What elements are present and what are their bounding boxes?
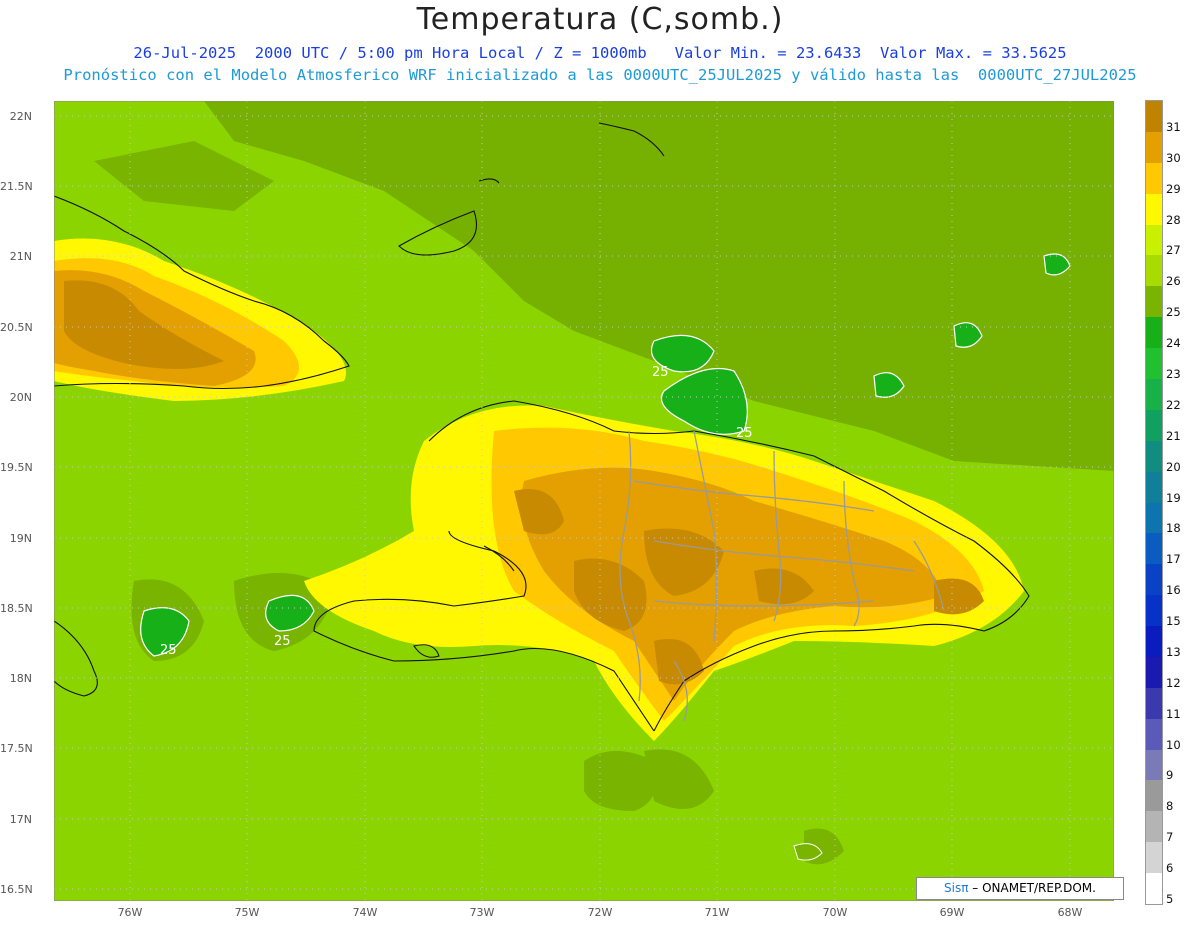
model-info-line: Pronóstico con el Modelo Atmosferico WRF…: [63, 66, 1137, 84]
lon-label: 71W: [704, 906, 730, 919]
lat-label: 22N: [9, 110, 32, 123]
lat-label: 18N: [9, 672, 32, 685]
lon-label: 70W: [822, 906, 848, 919]
colorbar-label: 7: [1166, 830, 1174, 845]
contour-label: 25: [736, 426, 753, 441]
lon-label: 73W: [469, 906, 495, 919]
colorbar-label: 28: [1166, 212, 1181, 227]
colorbar-label: 11: [1166, 706, 1181, 721]
lat-label: 18.5N: [0, 602, 33, 615]
sispi-logo: Sisπ: [944, 881, 969, 895]
colorbar-label: 30: [1166, 150, 1181, 165]
colorbar-label: 31: [1166, 119, 1181, 134]
lon-label: 76W: [117, 906, 143, 919]
lat-label: 17N: [9, 813, 32, 826]
colorbar-label: 17: [1166, 552, 1181, 567]
map-title: Temperatura (C,somb.): [416, 2, 784, 37]
lat-label: 21N: [9, 250, 32, 263]
colorbar-label: 16: [1166, 583, 1181, 598]
lat-label: 19N: [9, 532, 32, 545]
lon-label: 75W: [234, 906, 260, 919]
forecast-time-line: 26-Jul-2025 2000 UTC / 5:00 pm Hora Loca…: [133, 44, 1067, 62]
colorbar-label: 15: [1166, 614, 1181, 629]
lat-label: 20.5N: [0, 321, 33, 334]
colorbar-label: 12: [1166, 675, 1181, 690]
colorbar-label: 13: [1166, 644, 1181, 659]
colorbar-label: 6: [1166, 861, 1174, 876]
lon-label: 72W: [587, 906, 613, 919]
colorbar-label: 20: [1166, 459, 1181, 474]
lon-label: 69W: [939, 906, 965, 919]
colorbar-label: 18: [1166, 521, 1181, 536]
colorbar-label: 23: [1166, 366, 1181, 381]
sea-blob-south: [584, 751, 657, 811]
colorbar-label: 22: [1166, 397, 1181, 412]
colorbar-label: 25: [1166, 305, 1181, 320]
colorbar-frame: [1145, 100, 1163, 905]
colorbar-label: 21: [1166, 428, 1181, 443]
lat-label: 20N: [9, 391, 32, 404]
temperature-map: 25 25 25 25: [54, 101, 1114, 901]
lon-label: 74W: [352, 906, 378, 919]
colorbar-label: 19: [1166, 490, 1181, 505]
lat-label: 16.5N: [0, 883, 33, 896]
lat-label: 19.5N: [0, 461, 33, 474]
colorbar-label: 29: [1166, 181, 1181, 196]
colorbar-label: 8: [1166, 799, 1174, 814]
colorbar-label: 10: [1166, 737, 1181, 752]
contour-label: 25: [160, 643, 177, 658]
credit-box: Sisπ – ONAMET/REP.DOM.: [916, 877, 1124, 900]
contour-label: 25: [274, 634, 291, 649]
contour-label: 25: [652, 365, 669, 380]
colorbar-label: 5: [1166, 892, 1174, 906]
colorbar-label: 24: [1166, 336, 1181, 351]
lon-label: 68W: [1057, 906, 1083, 919]
lat-label: 21.5N: [0, 180, 33, 193]
colorbar-label: 26: [1166, 274, 1181, 289]
colorbar-label: 9: [1166, 768, 1174, 783]
credit-text: – ONAMET/REP.DOM.: [968, 881, 1096, 895]
colorbar-label: 27: [1166, 243, 1181, 258]
lat-label: 17.5N: [0, 742, 33, 755]
